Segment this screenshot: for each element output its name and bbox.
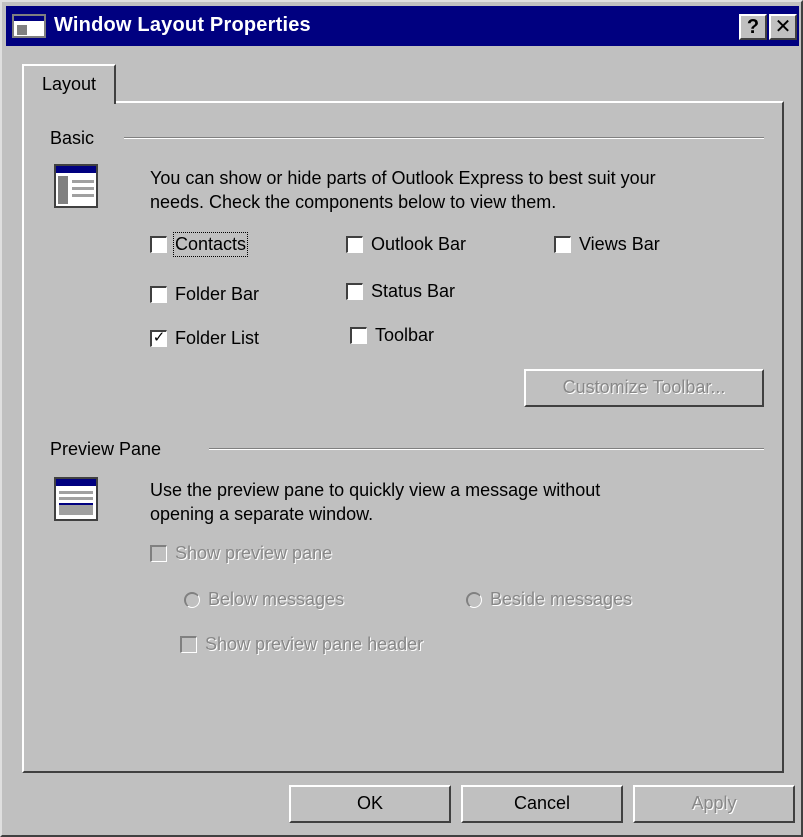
show-preview-pane-checkbox-box[interactable]: [150, 545, 167, 562]
outlook-bar-checkbox-label: Outlook Bar: [371, 234, 467, 254]
contacts-checkbox-label: Contacts: [172, 232, 249, 257]
help-button[interactable]: ?: [739, 14, 767, 40]
basic-group-divider: [124, 137, 764, 139]
beside-messages-radio-dot[interactable]: [466, 591, 482, 608]
preview-pane-icon: [54, 477, 98, 521]
window-layout-icon: [54, 164, 98, 208]
show-preview-header-label: Show preview pane header: [205, 634, 424, 654]
outlook-bar-checkbox-box[interactable]: [346, 236, 363, 253]
beside-messages-radio[interactable]: Beside messages: [466, 589, 632, 610]
below-messages-radio-dot[interactable]: [184, 591, 200, 608]
tab-layout-label: Layout: [41, 74, 97, 94]
folder-list-checkbox-box[interactable]: ✓: [150, 330, 167, 347]
show-preview-header-checkbox-box[interactable]: [180, 636, 197, 653]
tab-layout[interactable]: Layout: [22, 64, 116, 104]
customize-toolbar-button[interactable]: Customize Toolbar...: [524, 369, 764, 407]
preview-pane-group-title: Preview Pane: [50, 439, 162, 459]
toolbar-checkbox-label: Toolbar: [375, 325, 435, 345]
views-bar-checkbox-box[interactable]: [554, 236, 571, 253]
close-button[interactable]: ✕: [769, 14, 797, 40]
beside-messages-label: Beside messages: [490, 589, 633, 609]
below-messages-label: Below messages: [208, 589, 345, 609]
ok-button[interactable]: OK: [289, 785, 451, 823]
below-messages-radio[interactable]: Below messages: [184, 589, 344, 610]
title-bar[interactable]: Window Layout Properties ? ✕: [6, 6, 799, 46]
window-app-icon: [12, 14, 46, 38]
toolbar-checkbox-box[interactable]: [350, 327, 367, 344]
window-layout-properties-dialog: Window Layout Properties ? ✕ Layout Basi…: [0, 0, 803, 837]
show-preview-header-checkbox[interactable]: Show preview pane header: [180, 634, 423, 655]
contacts-checkbox-box[interactable]: [150, 236, 167, 253]
preview-description: Use the preview pane to quickly view a m…: [150, 478, 600, 526]
apply-button[interactable]: Apply: [633, 785, 795, 823]
preview-description-line2: opening a separate window.: [150, 504, 374, 524]
folder-bar-checkbox[interactable]: Folder Bar: [150, 284, 259, 305]
folder-bar-checkbox-box[interactable]: [150, 286, 167, 303]
views-bar-checkbox[interactable]: Views Bar: [554, 234, 660, 255]
folder-list-checkbox[interactable]: ✓ Folder List: [150, 328, 259, 349]
basic-description-line1: You can show or hide parts of Outlook Ex…: [150, 168, 656, 188]
status-bar-checkbox[interactable]: Status Bar: [346, 281, 455, 302]
views-bar-checkbox-label: Views Bar: [579, 234, 660, 254]
folder-bar-checkbox-label: Folder Bar: [175, 284, 260, 304]
show-preview-pane-checkbox[interactable]: Show preview pane: [150, 543, 332, 564]
status-bar-checkbox-label: Status Bar: [371, 281, 456, 301]
folder-list-checkbox-label: Folder List: [175, 328, 260, 348]
toolbar-checkbox[interactable]: Toolbar: [350, 325, 434, 346]
basic-group-title: Basic: [50, 128, 95, 148]
contacts-checkbox[interactable]: Contacts: [150, 232, 249, 257]
window-title: Window Layout Properties: [54, 14, 311, 36]
basic-description-line2: needs. Check the components below to vie…: [150, 192, 557, 212]
outlook-bar-checkbox[interactable]: Outlook Bar: [346, 234, 466, 255]
cancel-button[interactable]: Cancel: [461, 785, 623, 823]
show-preview-pane-label: Show preview pane: [175, 543, 333, 563]
preview-description-line1: Use the preview pane to quickly view a m…: [150, 480, 601, 500]
basic-description: You can show or hide parts of Outlook Ex…: [150, 166, 656, 214]
preview-pane-group-divider: [209, 448, 764, 450]
status-bar-checkbox-box[interactable]: [346, 283, 363, 300]
